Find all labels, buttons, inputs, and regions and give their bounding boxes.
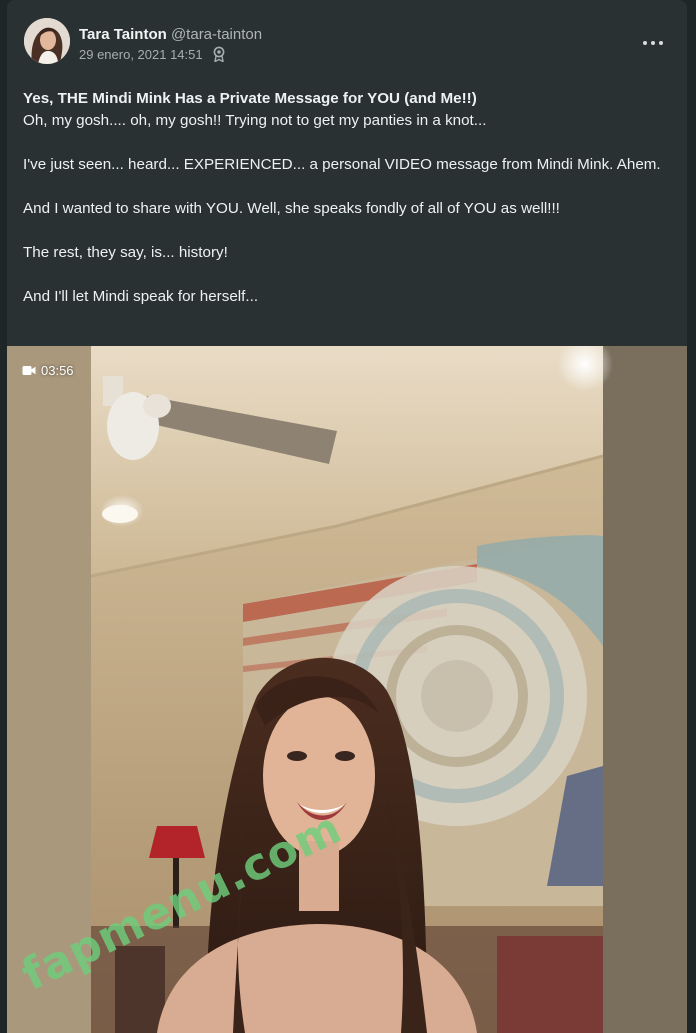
more-options-icon[interactable] bbox=[641, 32, 665, 52]
award-ribbon-icon bbox=[212, 46, 226, 66]
author-line: Tara Tainton @tara-tainton bbox=[79, 26, 262, 44]
video-duration: 03:56 bbox=[22, 363, 74, 378]
post-card: Tara Tainton @tara-tainton 29 enero, 202… bbox=[7, 0, 687, 1033]
avatar[interactable] bbox=[24, 18, 70, 64]
post-timestamp[interactable]: 29 enero, 2021 14:51 bbox=[79, 47, 203, 62]
post-meta: 29 enero, 2021 14:51 bbox=[79, 46, 226, 66]
avatar-photo bbox=[24, 18, 70, 64]
post-paragraph: I've just seen... heard... EXPERIENCED..… bbox=[23, 156, 661, 173]
video-duration-label: 03:56 bbox=[41, 363, 74, 378]
post-header: Tara Tainton @tara-tainton 29 enero, 202… bbox=[7, 0, 687, 80]
author-display-name[interactable]: Tara Tainton bbox=[79, 26, 167, 43]
post-body: Yes, THE Mindi Mink Has a Private Messag… bbox=[23, 88, 663, 308]
post-paragraph: Oh, my gosh.... oh, my gosh!! Trying not… bbox=[23, 112, 487, 129]
post-paragraph: And I wanted to share with YOU. Well, sh… bbox=[23, 200, 560, 217]
video-camera-icon bbox=[22, 366, 36, 375]
post-paragraph: The rest, they say, is... history! bbox=[23, 244, 228, 261]
post-paragraph: And I'll let Mindi speak for herself... bbox=[23, 288, 259, 305]
author-handle[interactable]: @tara-tainton bbox=[171, 26, 262, 43]
post-title: Yes, THE Mindi Mink Has a Private Messag… bbox=[23, 90, 477, 107]
